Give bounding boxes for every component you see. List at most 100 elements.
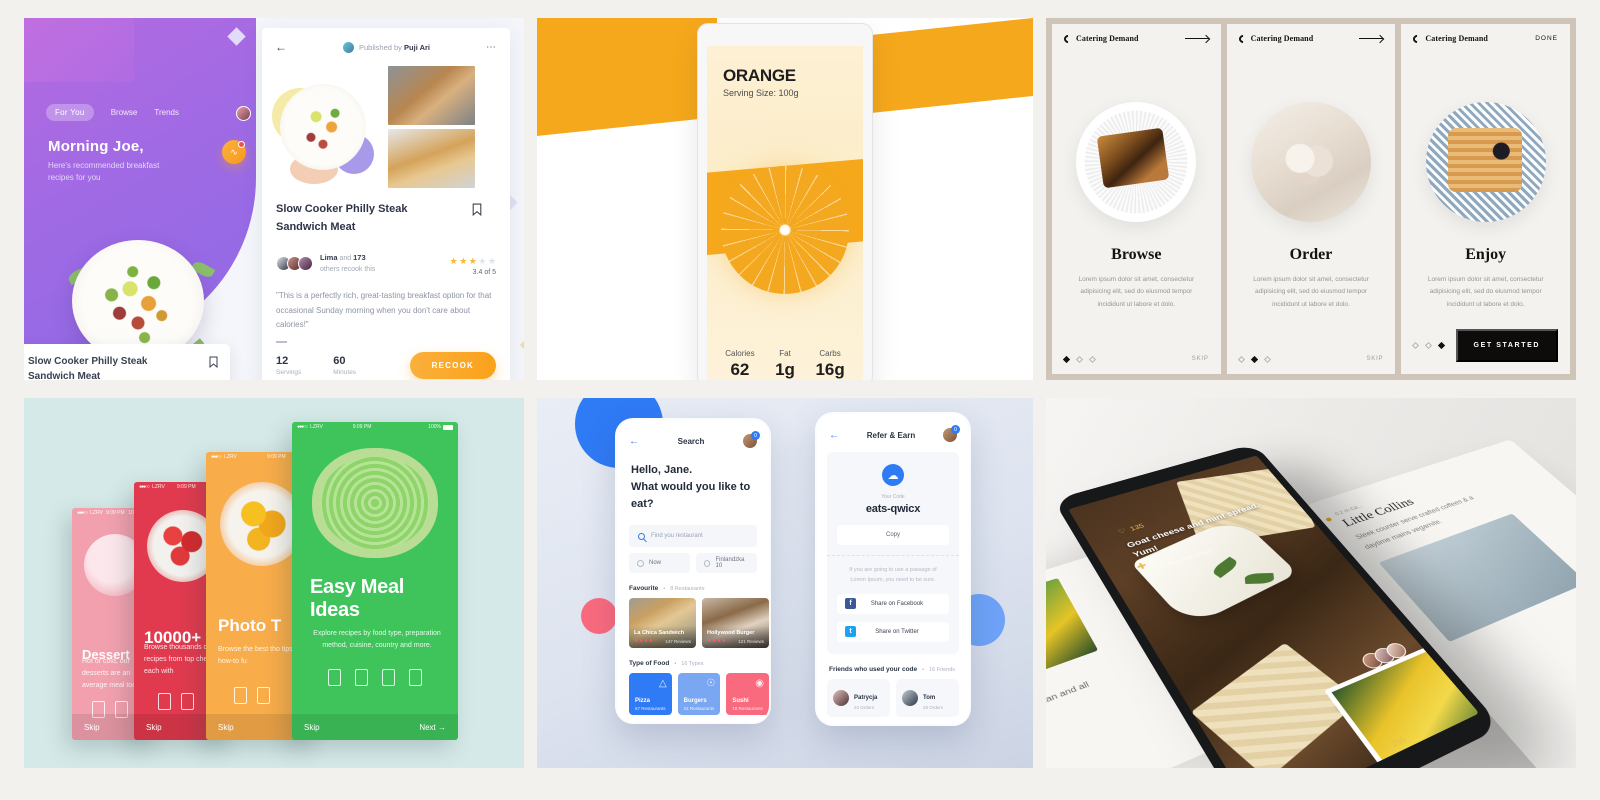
status-time: 9:09 PM: [106, 510, 125, 516]
restaurant-card[interactable]: Hollywood Burger ★★★★☆ 121 Reviews: [702, 598, 769, 649]
detail-body: Slow Cooker Philly Steak Sandwich Meat L…: [262, 188, 510, 379]
serving-size: Serving Size: 100g: [723, 88, 799, 98]
like-counter[interactable]: ♡ 135: [1117, 522, 1146, 536]
stat-label: Servings: [276, 368, 302, 376]
pagination-dot[interactable]: [1075, 355, 1084, 363]
share-twitter-button[interactable]: t Share on Twitter: [837, 621, 949, 642]
pagination-dots: [1237, 355, 1271, 363]
share-facebook-button[interactable]: f Share on Facebook: [837, 593, 949, 614]
nav-link-browse[interactable]: Browse: [111, 108, 138, 117]
more-options-icon[interactable]: ⋯: [486, 42, 497, 53]
phone-notch: [666, 420, 720, 428]
recook-button[interactable]: RECOOK: [409, 351, 496, 379]
published-prefix: Published by: [358, 42, 402, 52]
phone-screen: ORANGE Serving Size: 100g Calories 62 Fa…: [707, 46, 863, 380]
referral-note: If you are going to use a passage of Lor…: [849, 567, 937, 583]
twitter-icon: t: [845, 626, 856, 638]
bookmark-icon[interactable]: [209, 355, 218, 373]
screen-title: Refer & Earn: [866, 430, 916, 440]
play-icon: [257, 687, 270, 704]
meal-card-easy-meal-ideas[interactable]: ●●●○○ LZRV 9:09 PM 100% Easy Meal Ideas …: [292, 422, 458, 740]
pagination-dot[interactable]: [1412, 341, 1420, 350]
arrow-right-icon[interactable]: [1359, 38, 1384, 39]
panel-recipe-app: For You Browse Trends Morning Joe, Here'…: [24, 18, 524, 380]
done-button[interactable]: DONE: [1535, 35, 1558, 42]
greeting-text: Hello, Jane. What would you like to eat?: [631, 464, 751, 511]
food-type-pizza[interactable]: △ Pizza 57 Restaurants: [629, 673, 672, 716]
thumbnail-pizza[interactable]: [388, 66, 475, 125]
nav-link-trends[interactable]: Trends: [154, 108, 179, 117]
meal-card-title: Photo T: [218, 616, 282, 635]
search-input[interactable]: Find you restaurant: [629, 525, 757, 548]
nutrition-fat: Fat 1g: [775, 349, 795, 380]
card-footer: SKIP: [1062, 355, 1209, 363]
food-type-list: △ Pizza 57 Restaurants ☉ Burgers 24 Rest…: [629, 673, 769, 716]
nutrition-label: Carbs: [819, 349, 841, 358]
publisher-info: Published by Puji Ari: [295, 41, 478, 53]
brand-name: Catering Demand: [1425, 34, 1488, 43]
recipe-mini-card[interactable]: Slow Cooker Philly Steak Sandwich Meat ★…: [24, 344, 230, 380]
card-title: Browse: [1111, 246, 1162, 263]
detail-stats: 12 Servings 60 Minutes RECOOK: [276, 351, 496, 379]
avatar: [902, 689, 918, 706]
next-button[interactable]: Next →: [419, 723, 446, 732]
restaurant-card[interactable]: La Chica Sandwich ★★★★☆ 147 Reviews: [629, 598, 696, 649]
pagination-dot[interactable]: [1088, 355, 1097, 363]
stat-minutes: 60 Minutes: [333, 355, 356, 376]
salad-bowl-photo: [280, 84, 366, 170]
cloud-icon: ☁: [882, 464, 904, 486]
section-heading: Favourite: [629, 585, 659, 593]
bookmark-icon[interactable]: [472, 203, 482, 221]
scale-icon: [234, 687, 247, 704]
pagination-dot[interactable]: [1250, 355, 1258, 363]
crescent-logo-icon: [1062, 32, 1074, 45]
pagination-dot[interactable]: [1062, 355, 1071, 363]
skip-button[interactable]: SKIP: [1366, 356, 1383, 362]
pagination-dot[interactable]: [1263, 355, 1271, 363]
copy-button[interactable]: Copy: [837, 525, 949, 545]
back-arrow-icon[interactable]: ←: [629, 436, 639, 447]
avatar[interactable]: [743, 431, 760, 448]
review-count: 147 Reviews: [665, 638, 691, 644]
food-type-count: 18 Restaurants: [732, 706, 763, 712]
code-label: Your Code: [881, 494, 905, 500]
card-footer: GET STARTED: [1412, 329, 1559, 362]
pizza-icon: △: [658, 678, 667, 690]
nav-chip-for-you[interactable]: For You: [46, 104, 94, 121]
pagination-dot[interactable]: [1425, 341, 1433, 350]
book-icon: [382, 669, 395, 686]
filter-time[interactable]: Now: [629, 553, 690, 574]
panel-catering-onboarding: Catering Demand Browse Lorem ipsum dolor…: [1046, 18, 1576, 380]
arrow-right-icon[interactable]: [1184, 38, 1209, 39]
phone-refer-screen: ← Refer & Earn ☁ Your Code eats-qwicx Co…: [815, 412, 971, 726]
published-author[interactable]: Puji Ari: [404, 43, 430, 52]
activity-icon[interactable]: ∿: [222, 140, 246, 164]
food-type-burgers[interactable]: ☉ Burgers 24 Restaurants: [677, 673, 721, 716]
food-type-sushi[interactable]: ◉ Sushi 18 Restaurants: [726, 673, 769, 716]
divider: [827, 555, 959, 556]
back-arrow-icon[interactable]: ←: [275, 40, 287, 54]
get-started-button[interactable]: GET STARTED: [1455, 329, 1559, 362]
skip-button[interactable]: Skip: [84, 723, 100, 732]
avatar[interactable]: [943, 425, 960, 442]
showcase-grid: For You Browse Trends Morning Joe, Here'…: [0, 0, 1600, 800]
battery-icon: [443, 424, 453, 430]
thumbnail-fries[interactable]: [388, 129, 475, 188]
pagination-dot[interactable]: [1438, 341, 1446, 350]
skip-button[interactable]: Skip: [146, 723, 162, 732]
friend-card[interactable]: Tom 28 Orders: [896, 678, 959, 717]
type-of-food-header: Type of Food • 16 Types: [629, 660, 757, 667]
star-icon: ★: [449, 256, 458, 267]
pink-circle-decor: [581, 598, 617, 634]
back-arrow-icon[interactable]: ←: [829, 430, 839, 441]
pagination-dot[interactable]: [1237, 355, 1245, 363]
search-placeholder: Find you restaurant: [651, 533, 703, 540]
filter-location[interactable]: Finlandzka 10: [696, 553, 757, 574]
skip-button[interactable]: SKIP: [1192, 356, 1209, 362]
skip-button[interactable]: Skip: [304, 723, 320, 732]
user-avatar[interactable]: [236, 106, 251, 121]
friend-card[interactable]: Patrycja 24 Orders: [827, 678, 890, 717]
skip-button[interactable]: Skip: [218, 723, 234, 732]
clock-icon: [637, 559, 644, 567]
carrier-label: LZRV: [152, 484, 165, 490]
